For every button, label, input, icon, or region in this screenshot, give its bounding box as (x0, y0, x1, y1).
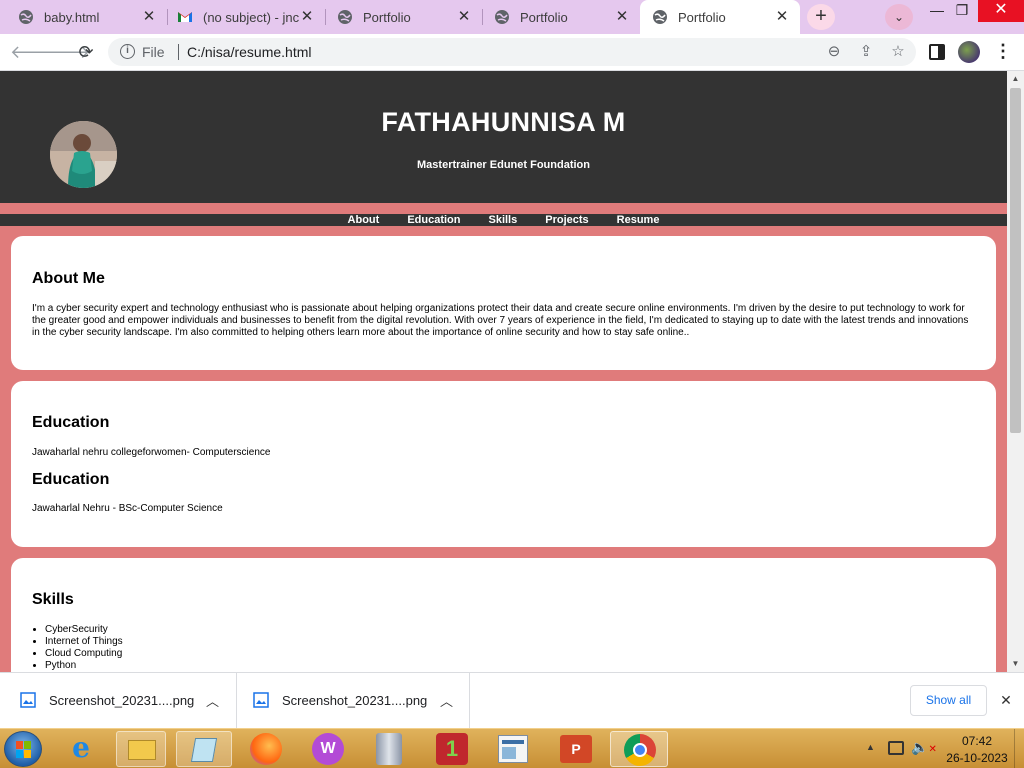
education-section: Education Jawaharlal nehru collegeforwom… (11, 381, 996, 547)
download-filename: Screenshot_20231....png (49, 693, 195, 708)
side-panel-icon[interactable] (929, 44, 945, 60)
tab-baby-html[interactable]: baby.html ✕ (0, 0, 167, 34)
new-tab-button[interactable]: + (807, 4, 835, 30)
internet-explorer-icon[interactable]: e (63, 733, 99, 765)
network-icon[interactable] (888, 741, 904, 755)
download-bar: Screenshot_20231....png ︿ Screenshot_202… (0, 672, 1024, 729)
download-bar-close-icon[interactable]: ✕ (998, 692, 1014, 708)
nav-link-projects[interactable]: Projects (545, 214, 588, 226)
skill-item: Internet of Things (45, 636, 123, 648)
nav-link-resume[interactable]: Resume (617, 214, 660, 226)
tab-close-icon[interactable]: ✕ (614, 9, 630, 25)
bookmark-star-icon[interactable]: ☆ (888, 42, 908, 62)
chevron-up-icon[interactable]: ︿ (206, 691, 219, 710)
tab-portfolio-active[interactable]: Portfolio ✕ (640, 0, 800, 34)
download-item[interactable]: Screenshot_20231....png ︿ (0, 673, 237, 729)
tab-title: (no subject) - jncw (203, 9, 299, 25)
site-header: FATHAHUNNISA M Mastertrainer Edunet Foun… (0, 71, 1007, 203)
tab-title: Portfolio (520, 9, 568, 25)
education-heading: Education (32, 471, 110, 488)
show-all-button[interactable]: Show all (910, 685, 987, 716)
tab-close-icon[interactable]: ✕ (774, 9, 790, 25)
skill-item: Python (45, 660, 123, 672)
windows-logo-icon (16, 741, 31, 758)
chrome-icon[interactable] (610, 731, 668, 767)
onedrive-icon[interactable]: 1 (436, 733, 468, 765)
tab-close-icon[interactable]: ✕ (141, 9, 157, 25)
forward-button[interactable]: 🡒 (42, 40, 90, 64)
browser-toolbar: 🡐 🡒 ⟳ i File C:/nisa/resume.html ⊖ ⇪ ☆ ⋮ (0, 34, 1024, 71)
url-text[interactable]: C:/nisa/resume.html (187, 44, 311, 60)
skills-heading: Skills (32, 591, 74, 608)
url-divider (178, 44, 179, 60)
clock-date[interactable]: 26-10-2023 (945, 751, 1009, 765)
tab-portfolio-1[interactable]: Portfolio ✕ (325, 0, 482, 34)
window-close-button[interactable]: ✕ (978, 0, 1024, 22)
scroll-down-icon[interactable]: ▼ (1007, 656, 1024, 672)
tab-search-button[interactable]: ⌄ (885, 4, 913, 30)
scroll-up-icon[interactable]: ▲ (1007, 71, 1024, 87)
site-info-icon[interactable]: i (120, 44, 135, 59)
wps-office-icon[interactable]: W (312, 733, 344, 765)
nav-link-skills[interactable]: Skills (488, 214, 517, 226)
education-heading: Education (32, 414, 110, 431)
taskbar: e W 1 P ▲ 🔈✕ 07:42 26-10-2023 (0, 728, 1024, 768)
firefox-icon[interactable] (250, 733, 282, 765)
url-scheme: File (142, 44, 165, 60)
nav-link-about[interactable]: About (348, 214, 380, 226)
tab-gmail[interactable]: (no subject) - jncw ✕ (167, 0, 325, 34)
zoom-icon[interactable]: ⊖ (824, 42, 844, 62)
about-text: I'm a cyber security expert and technolo… (32, 303, 969, 338)
skills-list: CyberSecurity Internet of Things Cloud C… (45, 624, 123, 672)
tab-title: Portfolio (363, 9, 411, 25)
about-heading: About Me (32, 270, 105, 287)
file-explorer-icon[interactable] (116, 731, 166, 767)
image-file-icon (20, 692, 36, 708)
reload-button[interactable]: ⟳ (74, 40, 98, 64)
back-button[interactable]: 🡐 (10, 40, 58, 64)
education-entry: Jawaharlal nehru collegeforwomen- Comput… (32, 447, 271, 458)
globe-icon (653, 10, 667, 24)
page-viewport: FATHAHUNNISA M Mastertrainer Edunet Foun… (0, 71, 1007, 672)
tab-portfolio-2[interactable]: Portfolio ✕ (482, 0, 640, 34)
site-nav: About Education Skills Projects Resume (0, 214, 1007, 226)
globe-icon (338, 10, 352, 24)
archive-icon[interactable] (376, 733, 402, 765)
profile-avatar[interactable] (958, 41, 980, 63)
image-file-icon (253, 692, 269, 708)
address-bar[interactable]: i File C:/nisa/resume.html ⊖ ⇪ ☆ (108, 38, 916, 66)
share-icon[interactable]: ⇪ (856, 42, 876, 62)
skill-item: Cloud Computing (45, 648, 123, 660)
show-desktop-button[interactable] (1014, 729, 1024, 768)
skills-section: Skills CyberSecurity Internet of Things … (11, 558, 996, 672)
skill-item: CyberSecurity (45, 624, 123, 636)
tab-close-icon[interactable]: ✕ (299, 9, 315, 25)
restore-button[interactable]: ❐ (947, 0, 977, 22)
download-item[interactable]: Screenshot_20231....png ︿ (237, 673, 470, 729)
tab-title: Portfolio (678, 9, 726, 25)
gmail-icon (178, 12, 192, 22)
media-icon[interactable] (498, 735, 528, 763)
chevron-up-icon[interactable]: ︿ (440, 691, 453, 710)
scroll-thumb[interactable] (1010, 88, 1021, 433)
tab-title: baby.html (44, 9, 100, 25)
page-scrollbar[interactable]: ▲ ▼ (1007, 71, 1024, 672)
download-filename: Screenshot_20231....png (282, 693, 428, 708)
menu-icon[interactable]: ⋮ (994, 40, 1012, 64)
clock-time[interactable]: 07:42 (945, 734, 1009, 748)
site-tagline: Mastertrainer Edunet Foundation (417, 159, 590, 171)
education-entry: Jawaharlal Nehru - BSc-Computer Science (32, 503, 223, 514)
nav-link-education[interactable]: Education (407, 214, 460, 226)
powerpoint-icon[interactable]: P (560, 735, 592, 763)
globe-icon (19, 10, 33, 24)
start-button[interactable] (4, 731, 42, 767)
tab-strip: baby.html ✕ (no subject) - jncw ✕ Portfo… (0, 0, 1024, 34)
site-owner-name: FATHAHUNNISA M (381, 107, 626, 137)
volume-muted-icon[interactable]: 🔈✕ (911, 739, 937, 756)
tray-overflow-icon[interactable]: ▲ (866, 742, 875, 752)
notepad-icon[interactable] (176, 731, 232, 767)
about-section: About Me I'm a cyber security expert and… (11, 236, 996, 370)
globe-icon (495, 10, 509, 24)
tab-close-icon[interactable]: ✕ (456, 9, 472, 25)
